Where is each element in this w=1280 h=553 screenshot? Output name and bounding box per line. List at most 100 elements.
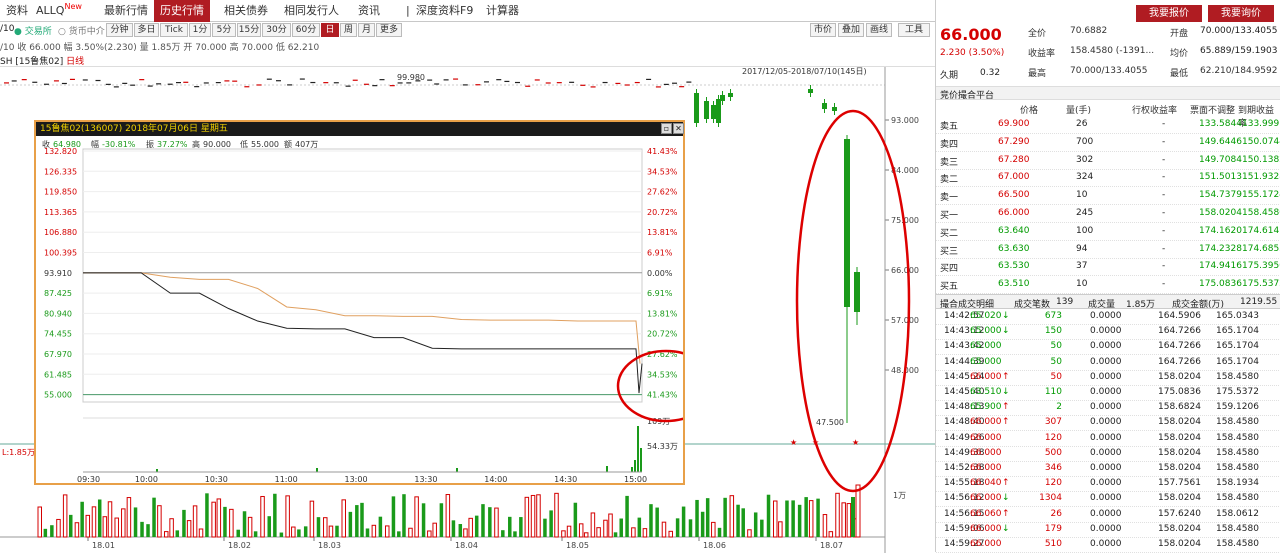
volume-bar — [456, 468, 458, 472]
trade-row[interactable]: 14:49:26 66.000 120 0.0000 158.0204 158.4580 — [936, 432, 1280, 447]
period-button[interactable]: 60分 — [292, 23, 320, 37]
chart-tool-button[interactable]: 工具 — [898, 23, 930, 37]
trade-count: 139 — [1056, 297, 1074, 307]
trade-row[interactable]: 14:59:27 66.000 510 0.0000 158.0204 158.4580 — [936, 538, 1280, 553]
highlight-ellipse — [616, 349, 683, 423]
volume-bar — [634, 460, 636, 472]
volume-bar — [640, 448, 642, 472]
tab-8[interactable]: 深度资料F9 — [410, 0, 479, 22]
chart-tool-button[interactable]: 市价 — [810, 23, 836, 37]
trade-cell: 165.1704 — [1216, 326, 1259, 337]
book-cell: 151.5013 — [1199, 172, 1242, 183]
trade-row[interactable]: 14:52:38 66.000 346 0.0000 158.0204 158.4580 — [936, 462, 1280, 477]
volume-bar — [37, 506, 42, 538]
period-button[interactable]: 15分 — [237, 23, 261, 37]
x-tick-label: 09:30 — [77, 475, 100, 483]
period-button[interactable]: 5分 — [212, 23, 236, 37]
trade-row[interactable]: 14:56:12 66.000 1304 0.0000 158.0204 158.4580… — [936, 492, 1280, 508]
tab-3[interactable]: 历史行情 — [154, 0, 210, 22]
ask-row[interactable]: 卖五 69.900 26 - 133.5844133.9991 — [936, 116, 1280, 134]
chart-tool-button[interactable]: 叠加 — [838, 23, 864, 37]
tab-4[interactable]: 相关债券 — [218, 0, 274, 22]
bid-header-col: 行权收益率 — [1132, 106, 1178, 116]
trade-row[interactable]: 14:59:06 66.000 179 0.0000 158.0204 158.4580 ↓ — [936, 523, 1280, 538]
volume-bar — [391, 496, 396, 537]
book-cell: 154.7379 — [1199, 190, 1242, 201]
bid-row[interactable]: 买二 63.640 100 - 174.1620174.6147 — [936, 223, 1280, 241]
trade-cell: 66.000 — [970, 493, 1002, 504]
trade-row[interactable]: 14:45:24 66.000 50 0.0000 158.0204 158.4580 ↑ — [936, 371, 1280, 386]
trade-row[interactable]: 14:48:13 65.900 2 0.0000 158.6824 159.1206 ↑ — [936, 401, 1280, 417]
ask-row[interactable]: 卖二 67.000 324 - 151.5013151.9328 — [936, 169, 1280, 188]
bid-header-col: 票面不调整 — [1190, 106, 1236, 116]
market-exchange-radio[interactable]: ● 交易所 — [14, 24, 52, 37]
period-button[interactable]: 分钟 — [106, 23, 133, 37]
tab-1[interactable]: ALLQNew — [30, 0, 88, 22]
bid-row[interactable]: 买三 63.630 94 - 174.2328174.6855 — [936, 241, 1280, 259]
market-broker-radio[interactable]: ○ 货币中介 — [58, 24, 105, 37]
bid-row[interactable]: 买五 63.510 10 - 175.0836175.5372 — [936, 276, 1280, 295]
y-right-label: 34.53% — [647, 167, 678, 176]
inquiry-button[interactable]: 我要询价 — [1208, 5, 1274, 22]
tab-6[interactable]: 资讯 — [352, 0, 386, 22]
book-cell: 174.2328 — [1199, 243, 1242, 254]
tab-2[interactable]: 最新行情 — [98, 0, 154, 22]
y-right-label: 6.91% — [647, 289, 673, 298]
trade-cell: 50 — [1050, 341, 1062, 352]
trade-cell: 65.020 — [970, 311, 1002, 321]
trade-cell: 0.0000 — [1090, 493, 1122, 504]
book-cell: 158.0204 — [1199, 208, 1242, 218]
period-button[interactable]: Tick — [160, 23, 188, 37]
quote-button[interactable]: 我要报价 — [1136, 5, 1202, 22]
volume-bar — [631, 467, 633, 472]
arrow-up-icon: ↑ — [1002, 402, 1010, 413]
period-button[interactable]: 月 — [358, 23, 375, 37]
trade-row[interactable]: 14:43:42 65.000 50 0.0000 164.7266 165.1704 — [936, 340, 1280, 356]
volume-bar — [355, 505, 359, 537]
tab-9[interactable]: 计算器 — [480, 0, 525, 22]
ask-row[interactable]: 卖四 67.290 700 - 149.6446150.0744 — [936, 134, 1280, 152]
book-cell: 100 — [1076, 225, 1094, 236]
signal-star-icon: ★ — [790, 438, 797, 447]
trade-row[interactable]: 14:45:40 63.510 110 0.0000 175.0836 175.5372 ↓ — [936, 386, 1280, 401]
period-button[interactable]: 周 — [340, 23, 357, 37]
minimize-icon[interactable]: ▫ — [661, 123, 672, 134]
trade-row[interactable]: 14:48:40 66.000 307 0.0000 158.0204 158.4580 ↑ — [936, 416, 1280, 432]
chart-tool-button[interactable]: 画线 — [866, 23, 892, 37]
y-right-label: 13.81% — [647, 309, 678, 318]
trade-cell: 66.000 — [970, 523, 1002, 534]
tab-5[interactable]: 相同发行人 — [278, 0, 345, 22]
volume-bar — [439, 503, 444, 537]
stat-label: 均价 — [1170, 49, 1189, 59]
trade-cell: 0.0000 — [1090, 341, 1122, 352]
y-tick-label: 93.000 — [891, 116, 919, 125]
intraday-popup[interactable]: 15鲁焦02(136007) 2018年07月06日 星期五 ▫ ✕ 收 64.9… — [34, 120, 685, 485]
trade-row[interactable]: 14:55:18 66.040 120 0.0000 157.7561 158.1934 ↑ — [936, 477, 1280, 493]
period-button[interactable]: 日 — [321, 23, 339, 37]
trade-row[interactable]: 14:42:57 65.020 673 0.0000 164.5906 165.0343 ↓ — [936, 310, 1280, 325]
period-button[interactable]: 30分 — [262, 23, 291, 37]
ask-row[interactable]: 卖一 66.500 10 - 154.7379155.1724 — [936, 187, 1280, 206]
trade-row[interactable]: 14:43:12 65.000 150 0.0000 164.7266 165.1704 ↓ — [936, 325, 1280, 341]
volume-bar — [590, 512, 596, 538]
period-button[interactable]: 更多 — [376, 23, 402, 37]
book-cell: 66.000 — [998, 208, 1030, 218]
close-icon[interactable]: ✕ — [673, 123, 684, 134]
period-button[interactable]: 1分 — [189, 23, 211, 37]
bid-row[interactable]: 买四 63.530 37 - 174.9416175.3950 — [936, 258, 1280, 277]
trade-vol: 1.85万 — [1126, 300, 1156, 310]
ask-row[interactable]: 卖三 67.280 302 - 149.7084150.1382 — [936, 152, 1280, 170]
trade-row[interactable]: 14:49:38 66.000 500 0.0000 158.0204 158.4580 — [936, 447, 1280, 462]
volume-bar — [432, 522, 437, 538]
trade-row[interactable]: 14:56:15 66.060 26 0.0000 157.6240 158.0612 ↑ — [936, 508, 1280, 523]
volume-bar — [80, 501, 84, 537]
trade-cell: 0.0000 — [1090, 402, 1122, 413]
volume-bar — [50, 525, 54, 537]
date-range: 2017/12/05-2018/07/10(145日) — [742, 67, 867, 76]
trade-row[interactable]: 14:44:39 65.000 50 0.0000 164.7266 165.1704 — [936, 356, 1280, 371]
tab-0[interactable]: 资料 — [0, 0, 34, 22]
period-button[interactable]: 多日 — [134, 23, 159, 37]
volume-bar — [766, 494, 771, 537]
volume-bar — [688, 519, 693, 537]
bid-row[interactable]: 买一 66.000 245 - 158.0204158.4580 — [936, 205, 1280, 223]
